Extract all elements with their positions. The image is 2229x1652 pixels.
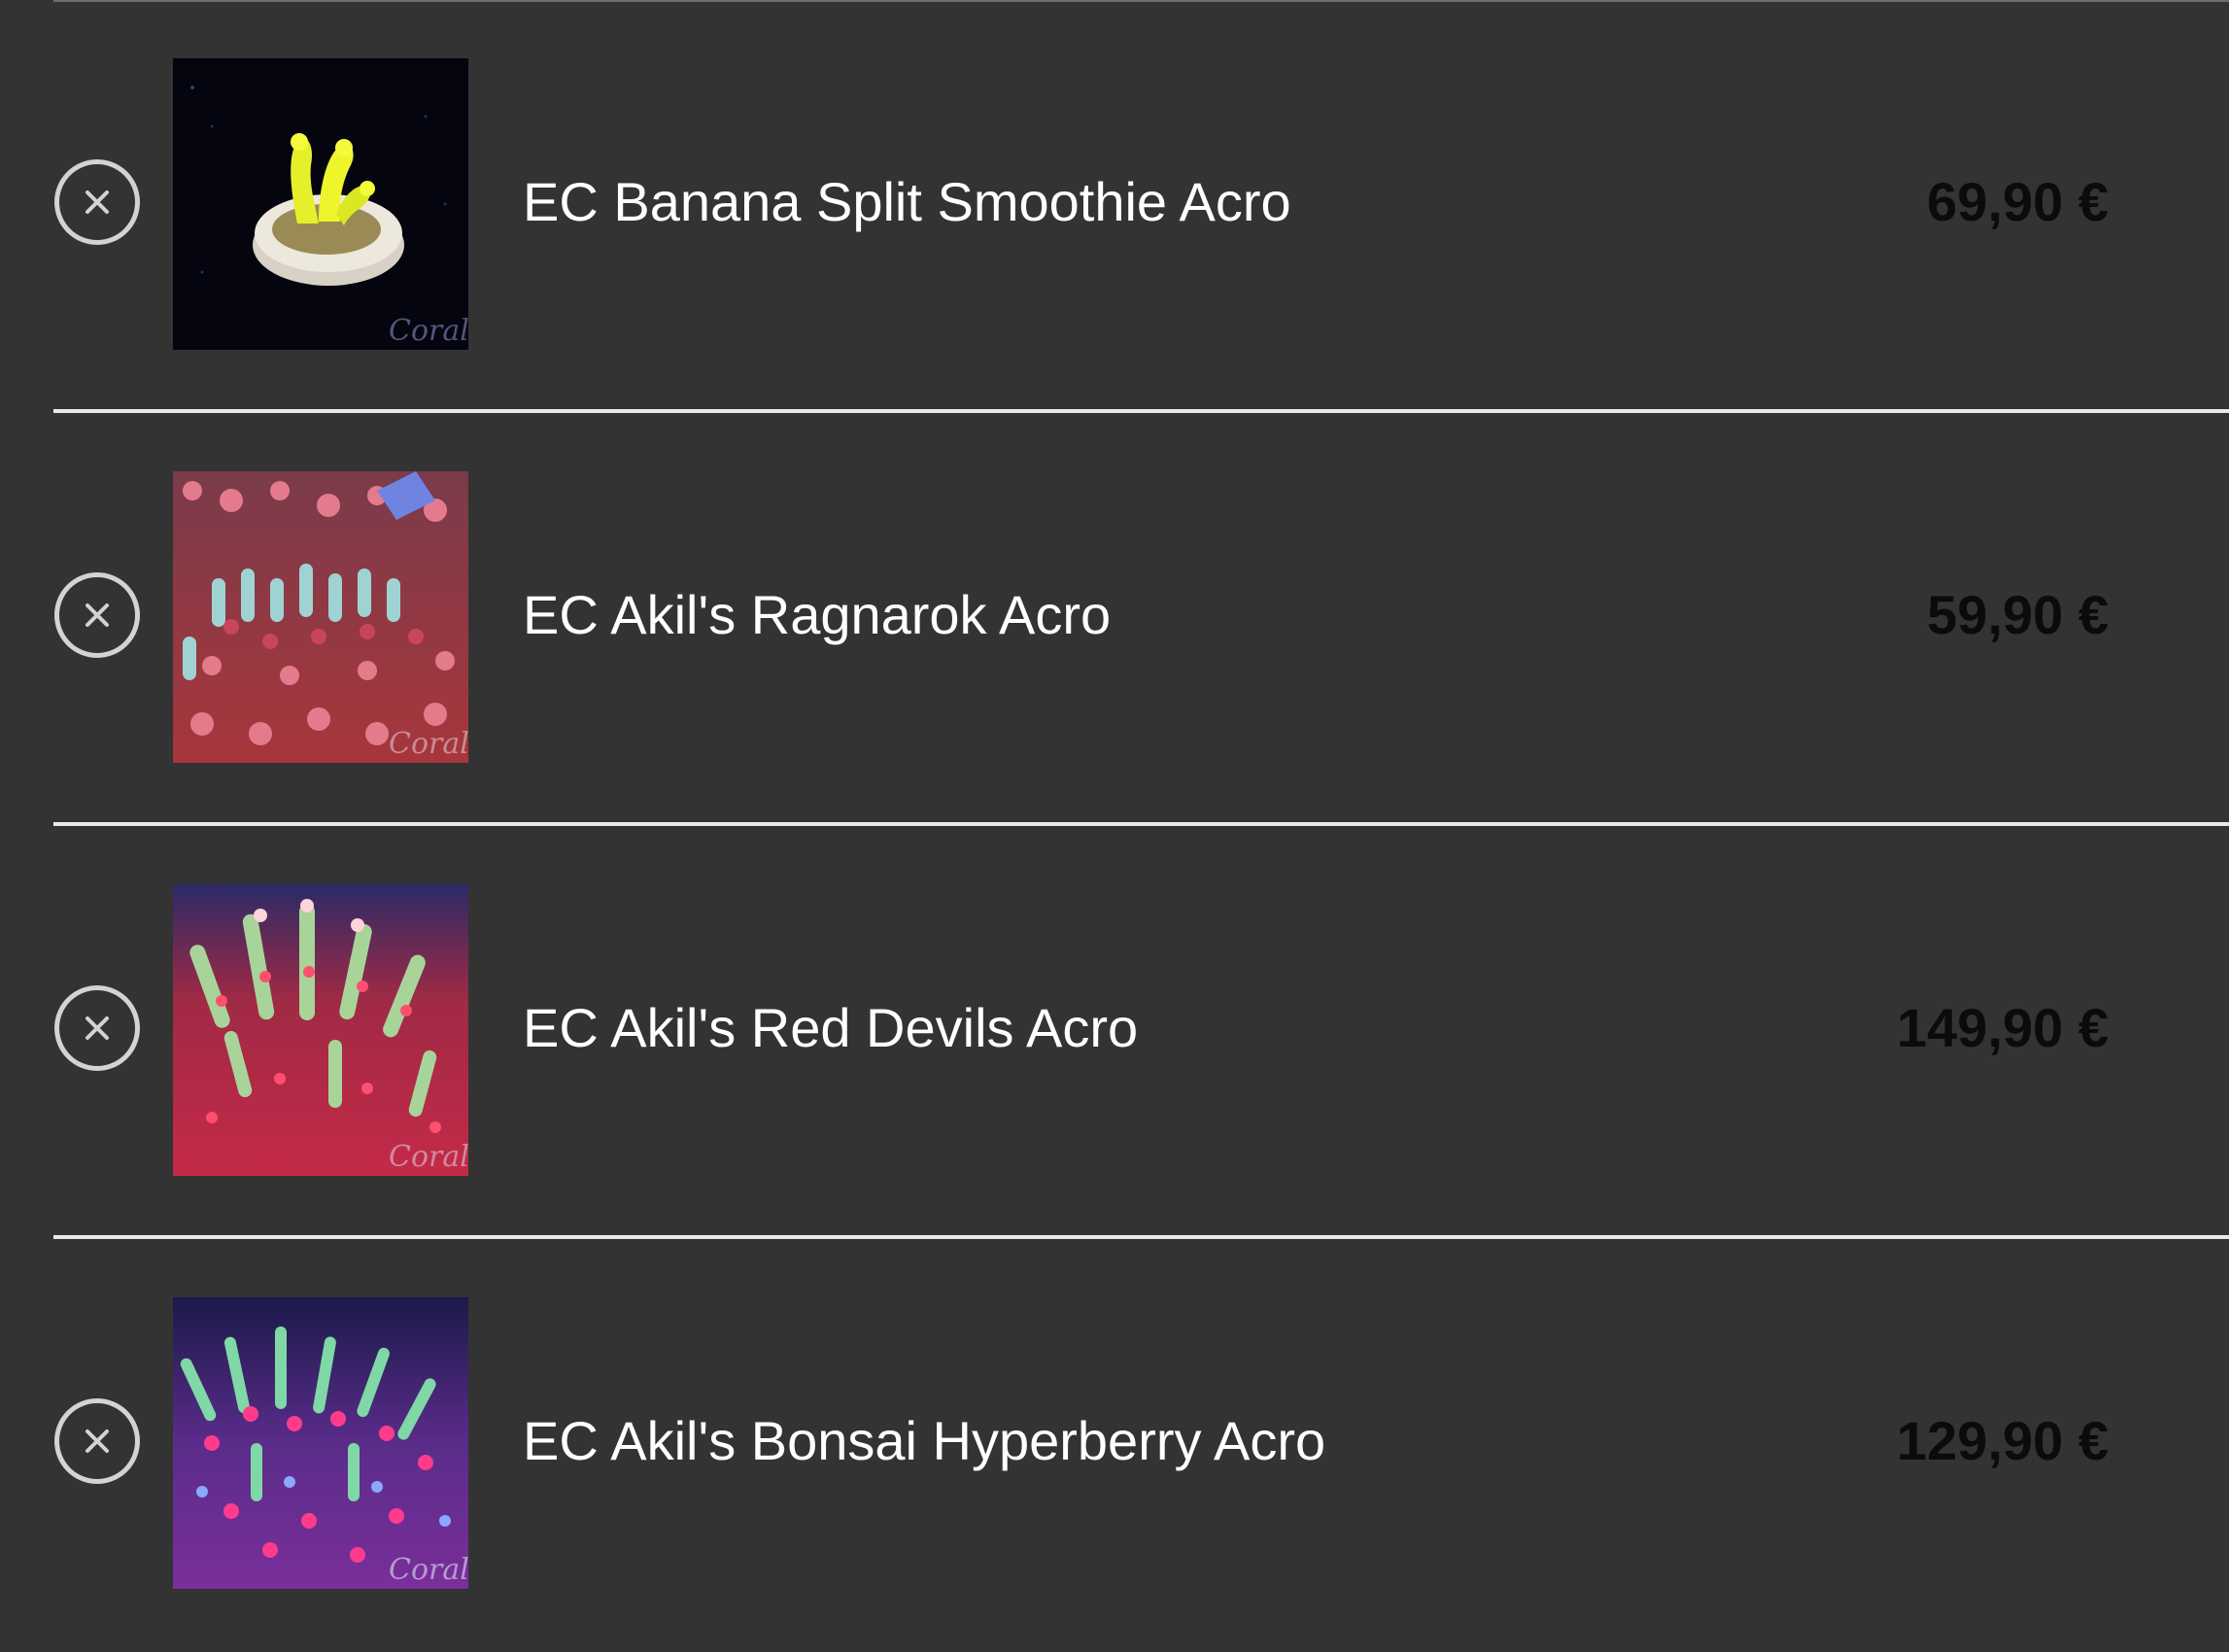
coral-yellow-frag-photo: Corals — [173, 58, 468, 350]
svg-text:Corals: Corals — [389, 314, 468, 348]
close-icon — [86, 1429, 109, 1453]
coral-pink-blue-colony-photo: Corals — [173, 471, 468, 763]
close-icon — [86, 190, 109, 214]
coral-red-green-colony-photo: Corals — [173, 884, 468, 1176]
coral-purple-green-colony-photo: Corals — [173, 1297, 468, 1589]
product-name-link[interactable]: EC Akil's Ragnarok Acro — [523, 580, 1111, 650]
product-thumbnail[interactable]: Corals — [173, 471, 468, 763]
product-thumbnail[interactable]: Corals — [173, 884, 468, 1176]
remove-item-button[interactable] — [54, 572, 140, 658]
product-thumbnail[interactable]: Corals — [173, 1297, 468, 1589]
remove-item-button[interactable] — [54, 985, 140, 1071]
svg-text:Corals: Corals — [389, 727, 468, 761]
close-icon — [86, 603, 109, 627]
product-thumbnail[interactable]: Corals — [173, 58, 468, 350]
product-price: 149,90 € — [1897, 997, 2109, 1058]
cart-row: Corals EC Akil's Ragnarok Acro 59,90 € — [0, 413, 2229, 826]
cart-row: Corals EC Akil's Bonsai Hyperberry Acro … — [0, 1239, 2229, 1652]
product-name-link[interactable]: EC Banana Split Smoothie Acro — [523, 167, 1291, 237]
product-price: 59,90 € — [1927, 584, 2109, 645]
product-name-link[interactable]: EC Akil's Bonsai Hyperberry Acro — [523, 1406, 1325, 1476]
product-price: 129,90 € — [1897, 1410, 2109, 1471]
svg-text:Corals: Corals — [389, 1553, 468, 1587]
close-icon — [86, 1016, 109, 1040]
svg-text:Corals: Corals — [389, 1140, 468, 1174]
cart-row: Corals EC Akil's Red Devils Acro 149,90 … — [0, 826, 2229, 1239]
cart-item-list: Corals EC Banana Split Smoothie Acro 69,… — [0, 0, 2229, 1617]
product-price: 69,90 € — [1927, 171, 2109, 232]
remove-item-button[interactable] — [54, 1398, 140, 1484]
product-name-link[interactable]: EC Akil's Red Devils Acro — [523, 993, 1138, 1063]
remove-item-button[interactable] — [54, 159, 140, 245]
cart-row: Corals EC Banana Split Smoothie Acro 69,… — [0, 0, 2229, 413]
